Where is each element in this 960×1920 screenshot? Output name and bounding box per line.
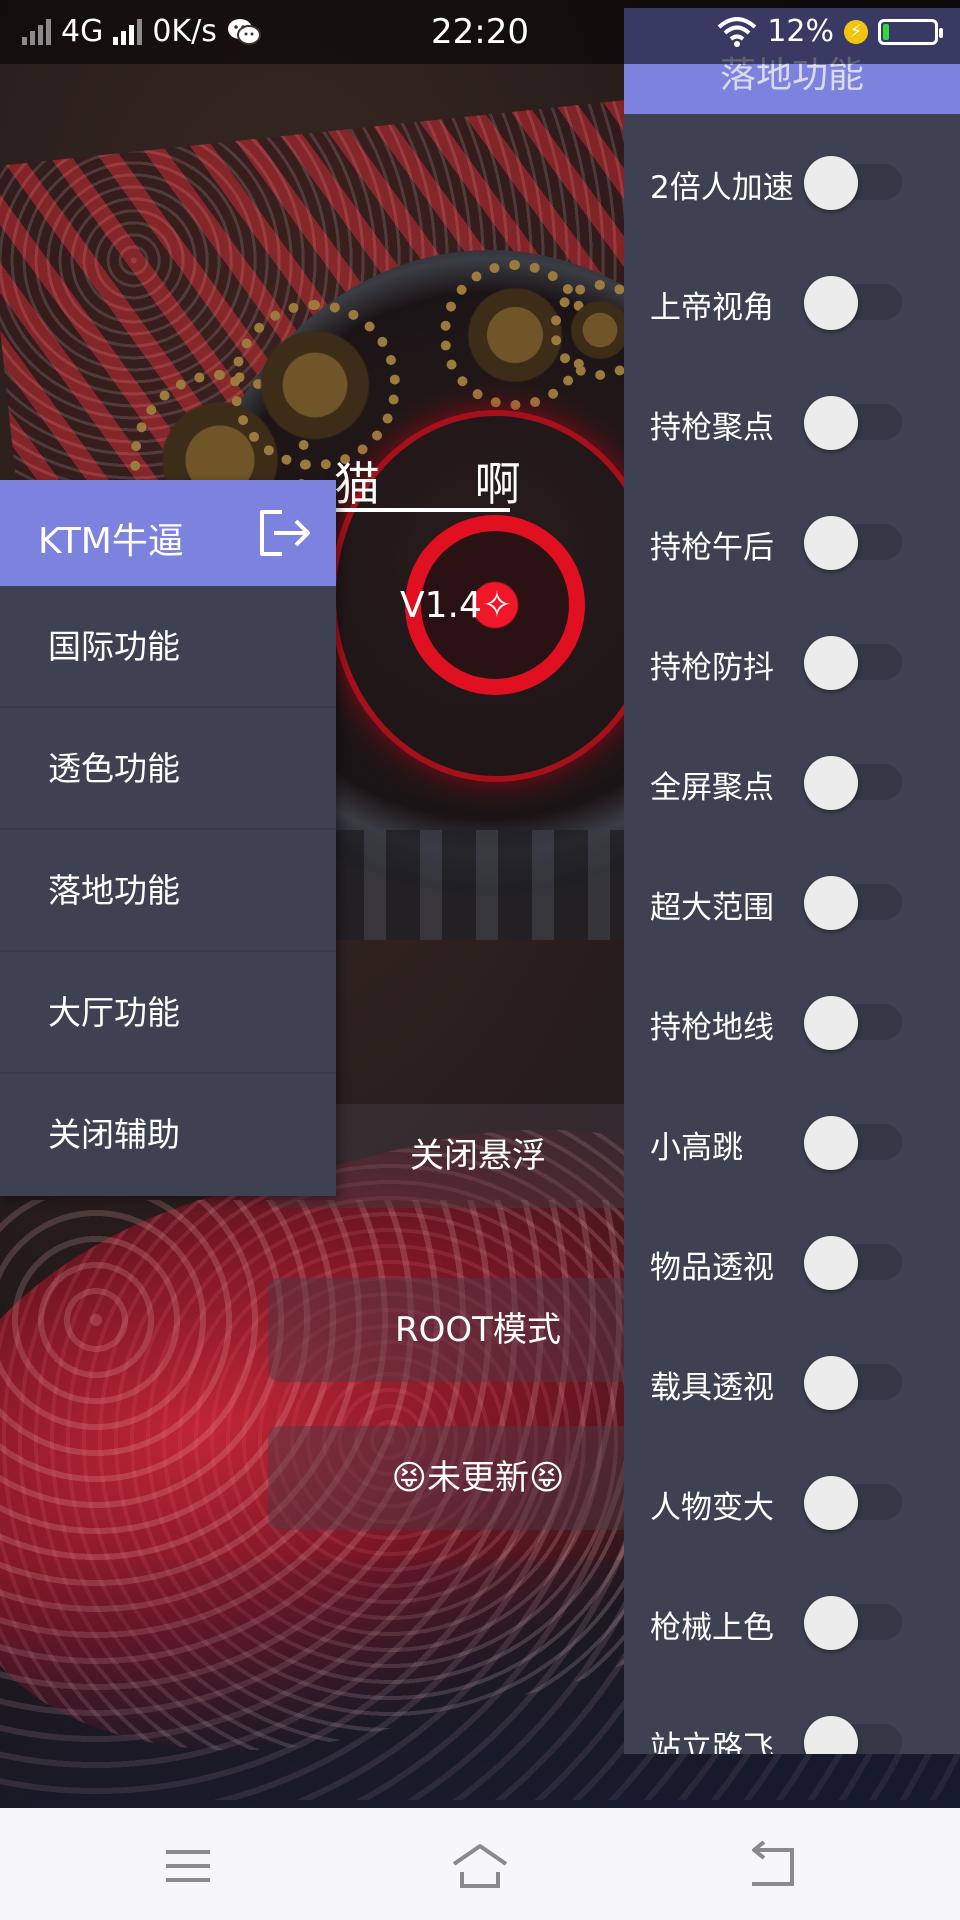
toggle-knob	[804, 516, 858, 570]
feature-toggle[interactable]	[804, 756, 902, 810]
toggle-knob	[804, 1356, 858, 1410]
toggle-knob	[804, 396, 858, 450]
feature-label: 持枪防抖	[650, 650, 774, 686]
toggle-knob	[804, 1236, 858, 1290]
menu-icon[interactable]	[158, 1838, 218, 1894]
feature-label: 载具透视	[650, 1370, 774, 1406]
menu-item-international[interactable]: 国际功能	[0, 586, 336, 708]
toggle-knob	[804, 756, 858, 810]
menu-item-lobby[interactable]: 大厅功能	[0, 952, 336, 1074]
battery-icon	[878, 18, 943, 45]
feature-toggle[interactable]	[804, 1236, 902, 1290]
feature-label: 枪械上色	[650, 1610, 774, 1646]
toggle-knob	[804, 156, 858, 210]
feature-row: 超大范围	[624, 844, 960, 964]
feature-label: 全屏聚点	[650, 770, 774, 806]
feature-label: 持枪聚点	[650, 410, 774, 446]
feature-toggle[interactable]	[804, 1476, 902, 1530]
feature-label: 上帝视角	[650, 290, 774, 326]
feature-toggle[interactable]	[804, 156, 902, 210]
feature-row: 持枪聚点	[624, 364, 960, 484]
feature-row: 持枪地线	[624, 964, 960, 1084]
toggle-knob	[804, 1596, 858, 1650]
charging-icon: ⚡	[844, 19, 868, 44]
feature-label: 超大范围	[650, 890, 774, 926]
left-menu: KTM牛逼 国际功能 透色功能 落地功能 大厅功能 关闭辅助	[0, 480, 336, 1196]
feature-row: 持枪防抖	[624, 604, 960, 724]
feature-label: 人物变大	[650, 1490, 774, 1526]
feature-row: 人物变大	[624, 1444, 960, 1564]
feature-label: 物品透视	[650, 1250, 774, 1286]
feature-row: 全屏聚点	[624, 724, 960, 844]
feature-row: 载具透视	[624, 1324, 960, 1444]
title-divider	[334, 508, 510, 512]
navigation-bar	[0, 1808, 960, 1920]
feature-label: 持枪午后	[650, 530, 774, 566]
back-icon[interactable]	[742, 1838, 802, 1894]
feature-row: 物品透视	[624, 1204, 960, 1324]
version-label: V1.4✧	[400, 585, 513, 626]
feature-toggle[interactable]	[804, 276, 902, 330]
home-icon[interactable]	[450, 1838, 510, 1894]
feature-row: 小高跳	[624, 1084, 960, 1204]
feature-toggle[interactable]	[804, 996, 902, 1050]
feature-toggle[interactable]	[804, 1356, 902, 1410]
toggle-knob	[804, 276, 858, 330]
feature-toggle[interactable]	[804, 1716, 902, 1754]
feature-row: 2倍人加速	[624, 124, 960, 244]
feature-toggle[interactable]	[804, 636, 902, 690]
app-title: 猫 啊	[334, 457, 561, 511]
feature-label: 小高跳	[650, 1130, 743, 1166]
feature-row: 上帝视角	[624, 244, 960, 364]
feature-label: 持枪地线	[650, 1010, 774, 1046]
left-menu-header: KTM牛逼	[0, 480, 336, 586]
menu-item-close-assist[interactable]: 关闭辅助	[0, 1074, 336, 1196]
toggle-knob	[804, 876, 858, 930]
toggle-knob	[804, 636, 858, 690]
toggle-knob	[804, 996, 858, 1050]
toggle-knob	[804, 1116, 858, 1170]
logout-icon[interactable]	[256, 508, 314, 558]
feature-panel: 落地功能 2倍人加速 上帝视角 持枪聚点 持枪午后 持枪防抖 全屏聚点 超大范围 持枪地线 小高…	[624, 8, 960, 1754]
feature-toggle[interactable]	[804, 1116, 902, 1170]
feature-toggle[interactable]	[804, 1596, 902, 1650]
wifi-icon	[717, 16, 757, 47]
feature-row: 站立路飞	[624, 1684, 960, 1754]
feature-toggle[interactable]	[804, 516, 902, 570]
feature-toggle[interactable]	[804, 876, 902, 930]
feature-label: 2倍人加速	[650, 170, 794, 206]
toggle-knob	[804, 1476, 858, 1530]
battery-percent: 12%	[767, 14, 834, 49]
feature-toggle[interactable]	[804, 396, 902, 450]
menu-title: KTM牛逼	[38, 521, 184, 562]
menu-item-transparent[interactable]: 透色功能	[0, 708, 336, 830]
status-bar: 4G 0K/s 22:20 12% ⚡	[0, 0, 960, 64]
feature-row: 持枪午后	[624, 484, 960, 604]
menu-item-landing[interactable]: 落地功能	[0, 830, 336, 952]
feature-row: 枪械上色	[624, 1564, 960, 1684]
feature-label: 站立路飞	[650, 1730, 774, 1754]
toggle-knob	[804, 1716, 858, 1754]
